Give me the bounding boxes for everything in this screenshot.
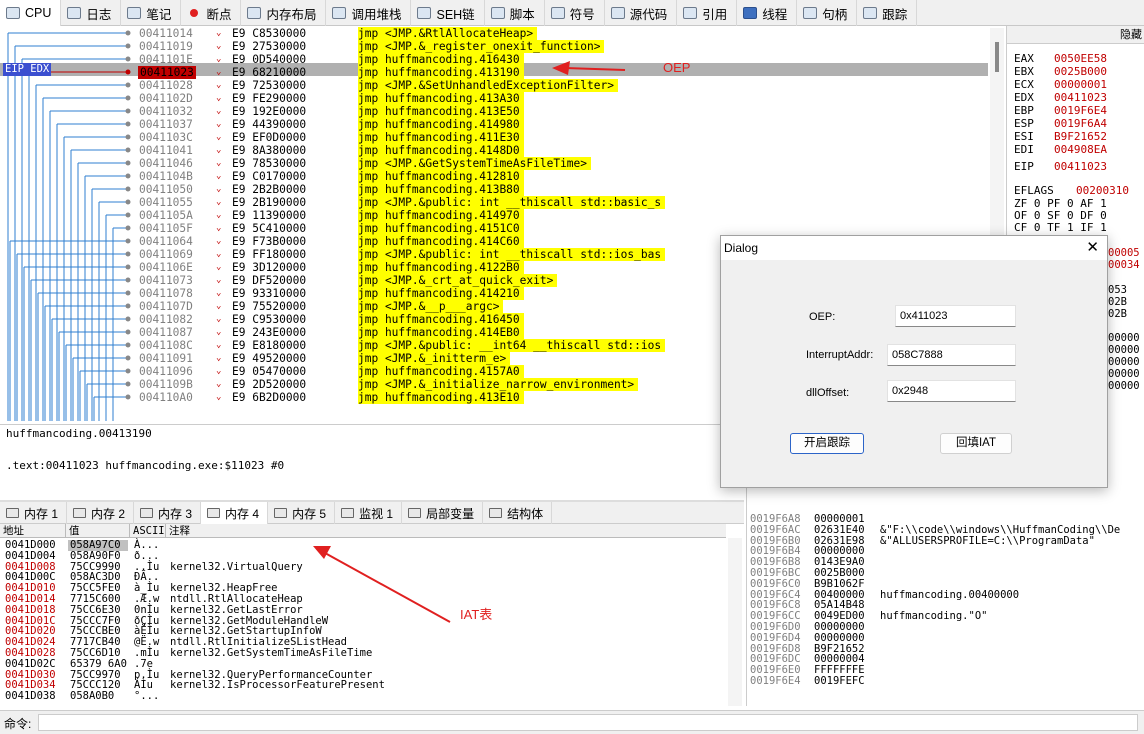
dll-offset-field[interactable]: 0x2948 [887,380,1016,402]
oep-label: OEP: [809,311,836,323]
dialog-window: Dialog ✕ OEP: 0x411023 InterruptAddr: 05… [720,235,1108,488]
dll-offset-label: dllOffset: [806,387,850,399]
iat-annotation: IAT表 [460,607,493,622]
iat-arrow-head [313,546,331,559]
dialog-title: Dialog [721,236,1107,260]
fill-iat-button[interactable]: 回填IAT [940,433,1012,454]
oep-arrow [564,67,626,71]
iat-arrow [324,552,451,623]
oep-annotation: OEP [663,60,691,75]
oep-field[interactable]: 0x411023 [895,305,1016,327]
oep-arrow-head [552,61,570,75]
interrupt-addr-label: InterruptAddr: [806,349,874,361]
start-trace-button[interactable]: 开启跟踪 [790,433,864,454]
close-icon[interactable]: ✕ [1086,238,1099,256]
interrupt-addr-field[interactable]: 058C7888 [887,344,1016,366]
